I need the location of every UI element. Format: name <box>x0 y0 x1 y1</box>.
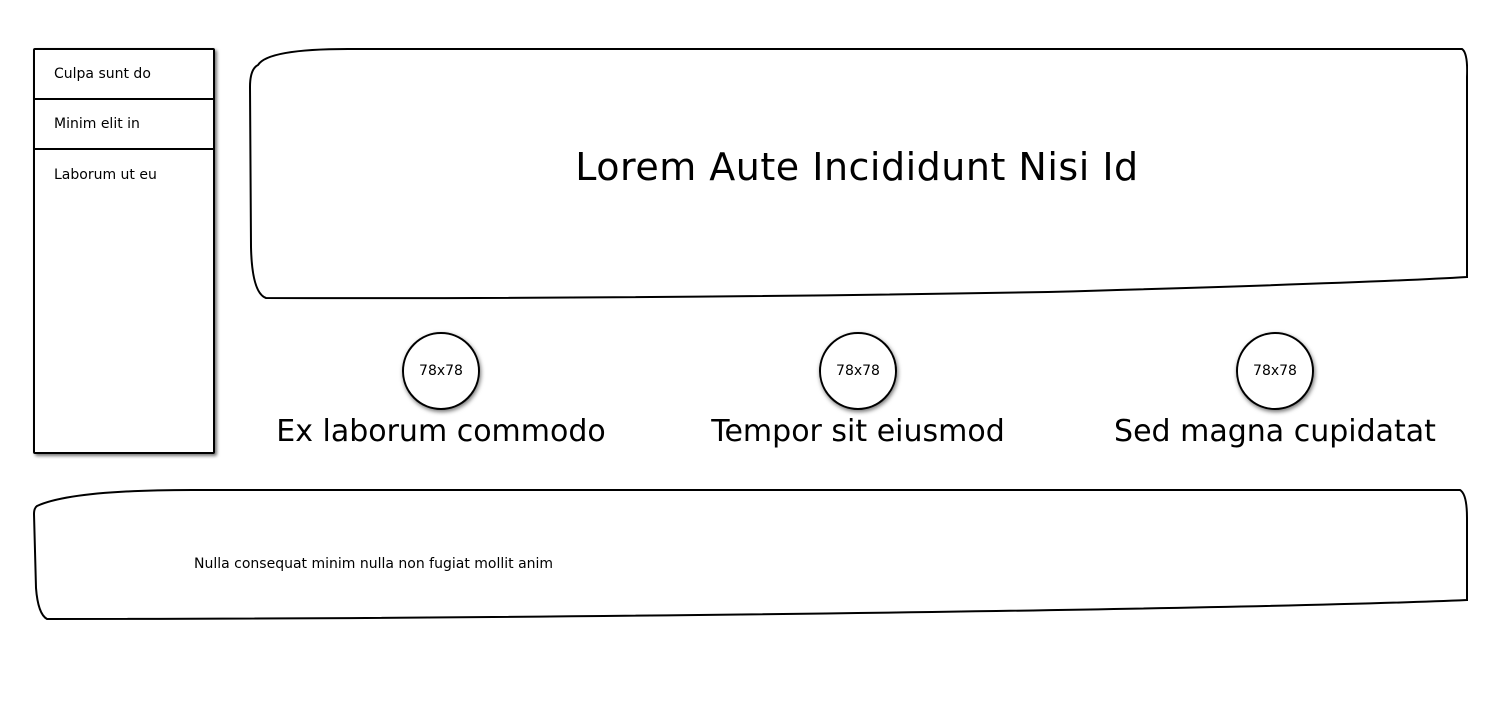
image-placeholder-label: 78x78 <box>419 363 463 379</box>
hero-title: Lorem Aute Incididunt Nisi Id <box>575 145 1139 189</box>
feature-label: Sed magna cupidatat <box>1114 414 1436 449</box>
sidebar-menu: Culpa sunt do Minim elit in Laborum ut e… <box>33 48 215 454</box>
image-placeholder: 78x78 <box>819 332 897 410</box>
footer-text: Nulla consequat minim nulla non fugiat m… <box>194 556 554 572</box>
feature-item: 78x78 Sed magna cupidatat <box>1095 332 1455 449</box>
image-placeholder-label: 78x78 <box>1253 363 1297 379</box>
sidebar-item-minim-elit-in[interactable]: Minim elit in <box>35 100 213 150</box>
feature-label: Ex laborum commodo <box>276 414 606 449</box>
sidebar-item-laborum-ut-eu[interactable]: Laborum ut eu <box>35 150 213 200</box>
footer-border <box>32 489 1468 621</box>
feature-label: Tempor sit eiusmod <box>711 414 1005 449</box>
sidebar-item-label: Culpa sunt do <box>54 66 151 82</box>
image-placeholder: 78x78 <box>402 332 480 410</box>
image-placeholder: 78x78 <box>1236 332 1314 410</box>
footer-panel: Nulla consequat minim nulla non fugiat m… <box>32 488 1469 621</box>
sidebar-item-label: Laborum ut eu <box>54 167 157 183</box>
sidebar-item-label: Minim elit in <box>54 116 140 132</box>
hero-panel: Lorem Aute Incididunt Nisi Id <box>248 47 1468 300</box>
feature-item: 78x78 Tempor sit eiusmod <box>678 332 1038 449</box>
feature-item: 78x78 Ex laborum commodo <box>261 332 621 449</box>
image-placeholder-label: 78x78 <box>836 363 880 379</box>
sidebar-item-culpa-sunt-do[interactable]: Culpa sunt do <box>35 50 213 100</box>
